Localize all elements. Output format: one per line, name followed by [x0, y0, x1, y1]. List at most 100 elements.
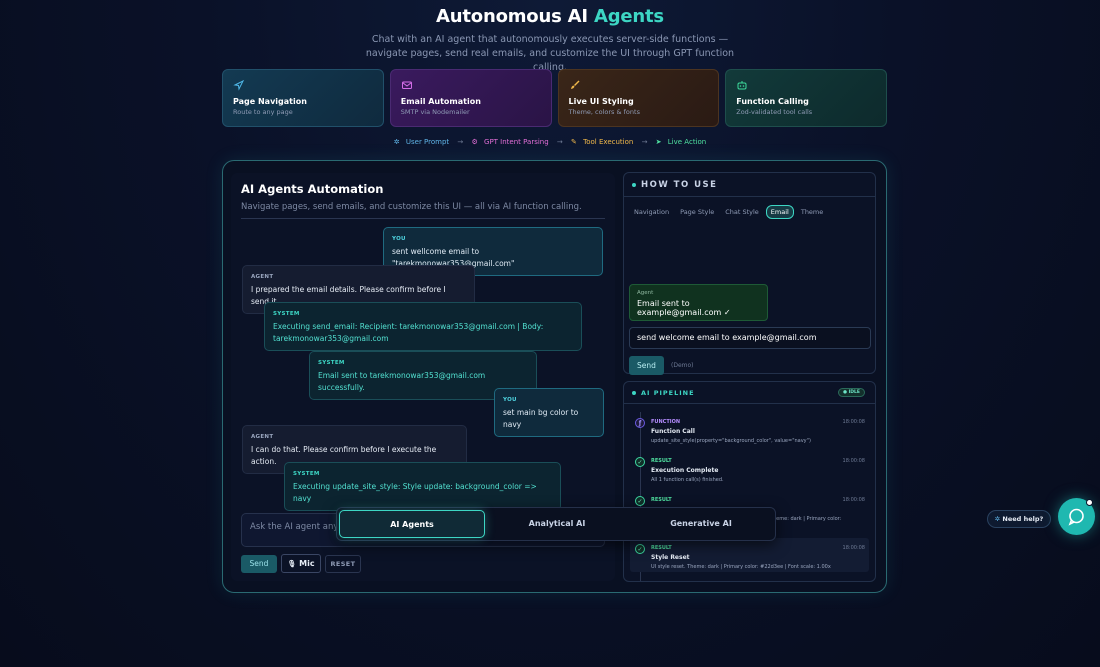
- chat-title: AI Agents Automation: [241, 182, 384, 196]
- tab-analytical-ai[interactable]: Analytical AI: [485, 510, 629, 538]
- feature-card-email-automation[interactable]: Email Automation SMTP via Nodemailer: [389, 69, 552, 127]
- demo-input[interactable]: send welcome email to example@gmail.com: [629, 327, 871, 349]
- step-time: 18:00:08: [842, 419, 865, 425]
- need-help-button[interactable]: ✲ Need help?: [987, 510, 1051, 528]
- demo-send-button[interactable]: Send: [629, 356, 664, 375]
- demo-note: (Demo): [671, 362, 694, 369]
- mic-icon: 🎙: [287, 560, 297, 568]
- pipeline-flow: ✲ User Prompt → ⚙ GPT Intent Parsing → ✎…: [0, 138, 1100, 146]
- demo-reply: Email sent to example@gmail.com ✓: [637, 299, 731, 317]
- robot-icon: [737, 81, 747, 90]
- tab-page-style[interactable]: Page Style: [676, 205, 718, 219]
- arrow-icon: →: [457, 138, 464, 146]
- flow-step-live: ➤ Live Action: [654, 138, 709, 146]
- tab-generative-ai[interactable]: Generative AI: [629, 510, 773, 538]
- tab-chat-style[interactable]: Chat Style: [721, 205, 763, 219]
- ai-mode-tabs: AI Agents Analytical AI Generative AI: [336, 507, 776, 541]
- step-kind: RESULT: [651, 497, 672, 503]
- send-button[interactable]: Send: [241, 555, 277, 573]
- message-role: YOU: [503, 397, 517, 403]
- step-name: Execution Complete: [651, 467, 719, 474]
- message-role: SYSTEM: [293, 471, 320, 477]
- message-text: Executing update_site_style: Style updat…: [293, 482, 537, 503]
- feature-title: Function Calling: [736, 97, 809, 106]
- chat-subtitle: Navigate pages, send emails, and customi…: [241, 202, 582, 212]
- mic-button[interactable]: 🎙 Mic: [281, 554, 321, 573]
- page-title: Autonomous AI Agents: [0, 6, 1100, 27]
- tab-ai-agents[interactable]: AI Agents: [339, 510, 485, 538]
- message-role: AGENT: [251, 434, 274, 440]
- mail-icon: [401, 81, 412, 89]
- step-name: Style Reset: [651, 554, 690, 561]
- flow-step-user-prompt: ✲ User Prompt: [392, 138, 451, 146]
- flow-step-tool: ✎ Tool Execution: [569, 138, 635, 146]
- pipeline-title: AI PIPELINE: [641, 389, 695, 397]
- brush-icon: ✎: [571, 138, 577, 146]
- function-icon: ƒ: [635, 418, 645, 428]
- paint-brush-icon: [570, 80, 579, 89]
- how-to-use-panel: HOW TO USE Navigation Page Style Chat St…: [623, 172, 876, 375]
- need-help-label: Need help?: [1002, 515, 1044, 523]
- sparkle-icon: ✲: [994, 515, 1001, 523]
- how-to-use-title: HOW TO USE: [641, 180, 718, 190]
- feature-cards: Page Navigation Route to any page Email …: [222, 69, 887, 127]
- status-dot: [632, 182, 636, 187]
- feature-sub: Zod-validated tool calls: [736, 108, 813, 116]
- title-main: Autonomous AI: [436, 6, 594, 27]
- message-role: AGENT: [251, 274, 274, 280]
- flow-step-intent: ⚙ GPT Intent Parsing: [470, 138, 551, 146]
- arrow-icon: →: [641, 138, 648, 146]
- status-badge: ● IDLE: [838, 388, 865, 397]
- how-to-tabs: Navigation Page Style Chat Style Email T…: [630, 205, 827, 219]
- feature-sub: SMTP via Nodemailer: [400, 108, 470, 116]
- flow-label: GPT Intent Parsing: [484, 138, 549, 146]
- feature-sub: Theme, colors & fonts: [568, 108, 640, 116]
- step-detail: update_site_style(property="background_c…: [651, 438, 811, 444]
- check-icon: ✓: [635, 457, 645, 467]
- tab-email[interactable]: Email: [765, 205, 794, 219]
- step-detail: All 1 function call(s) finished.: [651, 477, 724, 483]
- notification-dot: [1086, 499, 1093, 506]
- feature-card-page-navigation[interactable]: Page Navigation Route to any page: [222, 69, 384, 127]
- feature-sub: Route to any page: [233, 108, 293, 116]
- step-detail: UI style reset. Theme: dark | Primary co…: [651, 564, 831, 570]
- navigation-arrow-icon: [233, 79, 245, 91]
- message-role: SYSTEM: [318, 360, 345, 366]
- ai-pipeline-panel: AI PIPELINE ● IDLE ƒ FUNCTION 18:00:08 F…: [623, 381, 876, 582]
- step-name: Function Call: [651, 428, 695, 435]
- flow-label: Live Action: [667, 138, 707, 146]
- divider: [241, 218, 605, 219]
- message-system: SYSTEM Executing send_email: Recipient: …: [264, 302, 582, 351]
- tab-navigation[interactable]: Navigation: [630, 205, 673, 219]
- sparkle-icon: ✲: [393, 138, 400, 146]
- tab-theme[interactable]: Theme: [797, 205, 827, 219]
- demo-agent-message: Agent Email sent to example@gmail.com ✓: [629, 284, 768, 321]
- step-time: 18:00:08: [842, 497, 865, 503]
- flow-label: Tool Execution: [583, 138, 634, 146]
- message-role: SYSTEM: [273, 311, 300, 317]
- reset-button[interactable]: RESET: [325, 555, 361, 573]
- title-accent: Agents: [593, 6, 664, 27]
- status-dot: [632, 391, 636, 395]
- send-icon: ➤: [655, 138, 662, 146]
- step-kind: FUNCTION: [651, 419, 681, 425]
- message-role: YOU: [392, 236, 406, 242]
- mic-label: Mic: [299, 559, 315, 568]
- arrow-icon: →: [556, 138, 563, 146]
- step-kind: RESULT: [651, 545, 672, 551]
- feature-card-live-ui-styling[interactable]: Live UI Styling Theme, colors & fonts: [557, 69, 720, 127]
- feature-title: Page Navigation: [233, 97, 307, 106]
- feature-title: Email Automation: [400, 97, 481, 106]
- message-system: SYSTEM Executing update_site_style: Styl…: [284, 462, 561, 511]
- step-kind: RESULT: [651, 458, 672, 464]
- step-detail: heme: dark | Primary color:: [773, 516, 842, 522]
- how-to-use-header: HOW TO USE: [624, 173, 875, 197]
- step-time: 18:00:08: [842, 458, 865, 464]
- message-text: set main bg color to navy: [503, 408, 579, 429]
- check-icon: ✓: [635, 544, 645, 554]
- message-you: YOU set main bg color to navy: [494, 388, 604, 437]
- feature-title: Live UI Styling: [568, 97, 634, 106]
- step-time: 18:00:08: [842, 545, 865, 551]
- message-text: Executing send_email: Recipient: tarekmo…: [273, 322, 544, 343]
- feature-card-function-calling[interactable]: Function Calling Zod-validated tool call…: [725, 69, 887, 127]
